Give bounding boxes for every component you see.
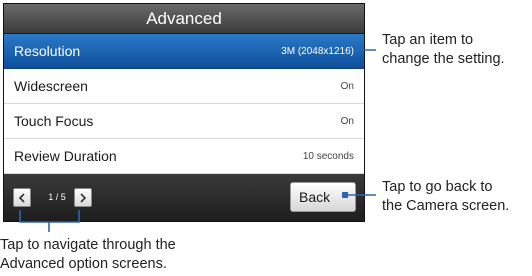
setting-row-widescreen[interactable]: Widescreen On: [4, 69, 364, 104]
back-button[interactable]: Back: [290, 182, 356, 212]
setting-value: 3M (2048x1216): [281, 46, 354, 57]
callout-line: change the setting.: [382, 51, 505, 67]
previous-page-button[interactable]: [13, 188, 31, 207]
setting-value: 10 seconds: [302, 151, 354, 162]
callout-line: Tap an item to: [382, 32, 474, 48]
footer-bar: 1 / 5 Back: [4, 174, 364, 221]
callout-line: the Camera screen.: [382, 198, 510, 214]
chevron-left-icon: [18, 192, 25, 203]
setting-row-touch-focus[interactable]: Touch Focus On: [4, 104, 364, 139]
setting-label: Widescreen: [14, 78, 88, 94]
back-callout-text: Tap to go back to the Camera screen.: [382, 178, 509, 216]
back-button-label: Back: [299, 189, 331, 205]
setting-value: On: [340, 116, 354, 127]
page-indicator: 1 / 5: [48, 192, 66, 202]
camera-advanced-screen: Advanced Resolution 3M (2048x1216) Wides…: [3, 3, 365, 222]
setting-value: On: [340, 81, 354, 92]
callout-line: Advanced option screens.: [0, 256, 167, 272]
setting-row-resolution[interactable]: Resolution 3M (2048x1216): [4, 34, 364, 69]
setting-row-review-duration[interactable]: Review Duration 10 seconds: [4, 139, 364, 174]
next-page-button[interactable]: [74, 188, 92, 207]
screen-title: Advanced: [4, 4, 364, 34]
callout-line: Tap to navigate through the: [0, 237, 176, 253]
item-callout-text: Tap an item to change the setting.: [382, 31, 505, 69]
nav-callout-text: Tap to navigate through the Advanced opt…: [0, 236, 176, 274]
setting-label: Review Duration: [14, 148, 117, 164]
chevron-right-icon: [80, 192, 87, 203]
setting-label: Resolution: [14, 43, 81, 59]
setting-label: Touch Focus: [14, 113, 94, 129]
callout-line: Tap to go back to: [382, 179, 493, 195]
